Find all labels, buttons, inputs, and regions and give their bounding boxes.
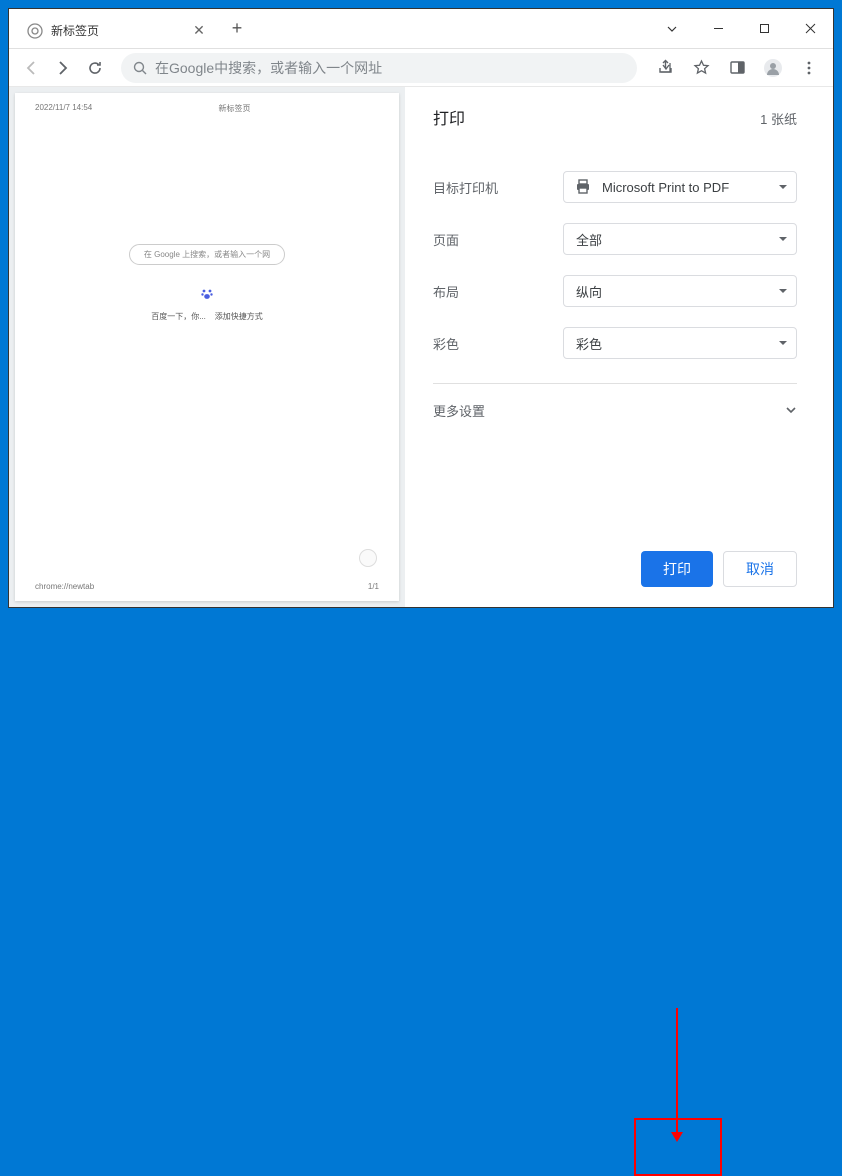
address-placeholder: 在Google中搜索，或者输入一个网址 <box>155 58 382 78</box>
preview-timestamp: 2022/11/7 14:54 <box>35 103 92 114</box>
print-preview-pane: 2022/11/7 14:54 新标签页 在 Google 上搜索，或者输入一个… <box>9 87 405 607</box>
back-button[interactable] <box>17 54 45 82</box>
titlebar: 新标签页 ✕ + <box>9 9 833 49</box>
printer-icon <box>574 178 592 196</box>
profile-icon[interactable] <box>757 52 789 84</box>
minimize-button[interactable] <box>695 13 741 45</box>
preview-page-label: 新标签页 <box>219 103 251 114</box>
destination-select[interactable]: Microsoft Print to PDF <box>563 171 797 203</box>
caret-down-icon <box>778 340 788 346</box>
paw-icon <box>200 287 214 301</box>
caret-down-icon <box>778 288 788 294</box>
layout-value: 纵向 <box>576 282 602 301</box>
share-icon[interactable] <box>649 52 681 84</box>
red-arrow-annotation <box>676 1008 678 1140</box>
print-settings-panel: 打印 1 张纸 目标打印机 Microsoft Print to PDF 页面 … <box>405 87 833 607</box>
color-label: 彩色 <box>433 334 563 353</box>
print-header: 打印 1 张纸 <box>433 105 797 129</box>
tab-title: 新标签页 <box>51 22 191 39</box>
forward-button[interactable] <box>49 54 77 82</box>
caret-down-icon <box>778 236 788 242</box>
side-panel-icon[interactable] <box>721 52 753 84</box>
search-icon <box>133 61 147 75</box>
window-controls <box>649 13 833 45</box>
new-tab-button[interactable]: + <box>223 15 251 43</box>
content-area: 2022/11/7 14:54 新标签页 在 Google 上搜索，或者输入一个… <box>9 87 833 607</box>
layout-row: 布局 纵向 <box>433 265 797 317</box>
layout-select[interactable]: 纵向 <box>563 275 797 307</box>
caret-down-icon <box>778 184 788 190</box>
pages-value: 全部 <box>576 230 602 249</box>
more-settings-label: 更多设置 <box>433 401 485 420</box>
action-buttons: 打印 取消 <box>433 551 797 593</box>
bookmark-icon[interactable] <box>685 52 717 84</box>
color-row: 彩色 彩色 <box>433 317 797 369</box>
preview-footer: chrome://newtab 1/1 <box>35 582 379 591</box>
cancel-button[interactable]: 取消 <box>723 551 797 587</box>
print-title: 打印 <box>433 105 465 129</box>
print-button[interactable]: 打印 <box>641 551 713 587</box>
pages-select[interactable]: 全部 <box>563 223 797 255</box>
more-settings[interactable]: 更多设置 <box>433 384 797 436</box>
destination-label: 目标打印机 <box>433 178 563 197</box>
preview-body: 在 Google 上搜索，或者输入一个网 百度一下，你... 添加快捷方式 <box>35 114 379 582</box>
preview-pagenum: 1/1 <box>368 582 379 591</box>
pages-label: 页面 <box>433 230 563 249</box>
chevron-down-icon[interactable] <box>649 13 695 45</box>
preview-fab <box>359 549 377 567</box>
preview-header: 2022/11/7 14:54 新标签页 <box>35 103 379 114</box>
color-select[interactable]: 彩色 <box>563 327 797 359</box>
chevron-down-icon <box>785 406 797 414</box>
tab-close-button[interactable]: ✕ <box>191 23 207 39</box>
sheet-count: 1 张纸 <box>760 109 797 128</box>
destination-row: 目标打印机 Microsoft Print to PDF <box>433 161 797 213</box>
destination-value: Microsoft Print to PDF <box>602 180 729 195</box>
pages-row: 页面 全部 <box>433 213 797 265</box>
preview-search-box: 在 Google 上搜索，或者输入一个网 <box>129 244 285 265</box>
address-bar[interactable]: 在Google中搜索，或者输入一个网址 <box>121 53 637 83</box>
red-box-annotation <box>634 1118 722 1176</box>
menu-icon[interactable] <box>793 52 825 84</box>
reload-button[interactable] <box>81 54 109 82</box>
preview-url: chrome://newtab <box>35 582 94 591</box>
maximize-button[interactable] <box>741 13 787 45</box>
browser-window: 新标签页 ✕ + 在Google中搜索，或者输入一个网址 <box>8 8 834 608</box>
browser-tab[interactable]: 新标签页 ✕ <box>15 14 215 48</box>
color-value: 彩色 <box>576 334 602 353</box>
layout-label: 布局 <box>433 282 563 301</box>
close-button[interactable] <box>787 13 833 45</box>
preview-shortcuts: 百度一下，你... 添加快捷方式 <box>151 311 263 322</box>
toolbar: 在Google中搜索，或者输入一个网址 <box>9 49 833 87</box>
preview-page: 2022/11/7 14:54 新标签页 在 Google 上搜索，或者输入一个… <box>15 93 399 601</box>
chrome-icon <box>27 23 43 39</box>
